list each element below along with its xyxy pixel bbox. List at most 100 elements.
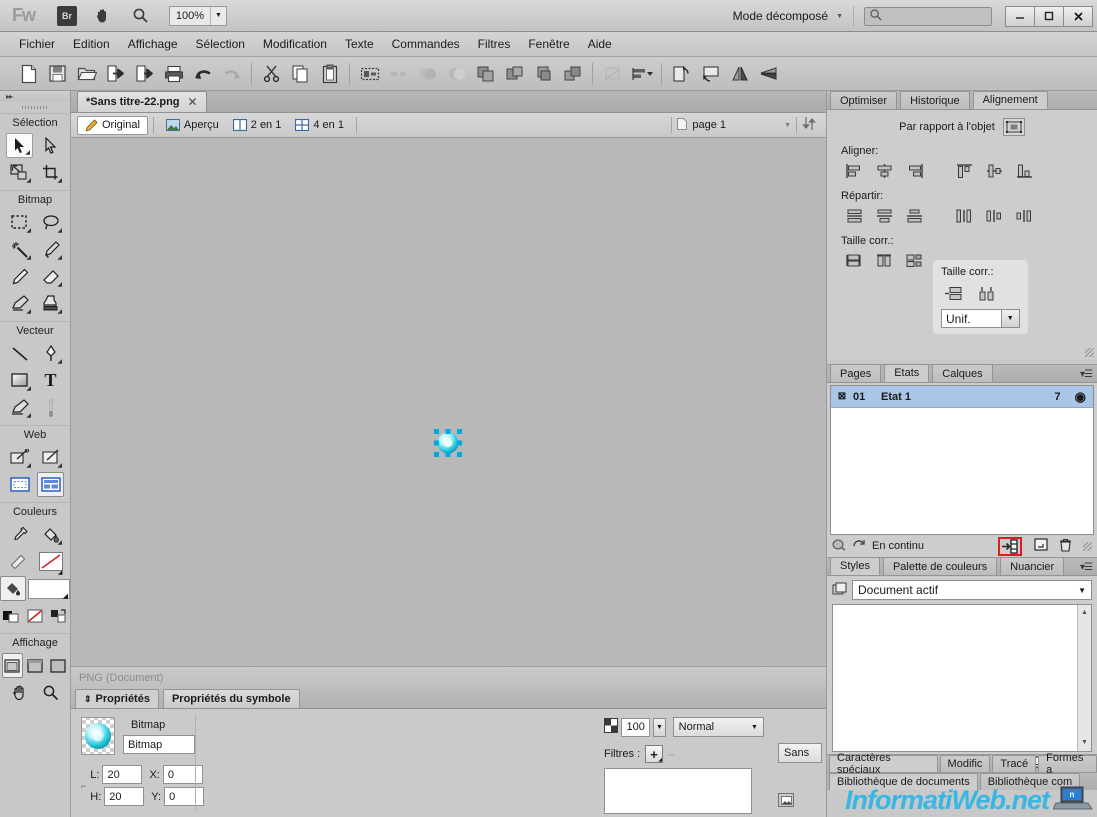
- scroll-up-icon[interactable]: ▲: [1078, 605, 1091, 619]
- slice-tool[interactable]: ◢: [6, 445, 33, 470]
- view-2up[interactable]: 2 en 1: [226, 116, 289, 135]
- edge-select[interactable]: Sans: [778, 743, 822, 763]
- onion-skinning-icon[interactable]: [832, 538, 846, 554]
- distribute-top-button[interactable]: [841, 206, 867, 226]
- space-horizontal-button[interactable]: [941, 283, 967, 303]
- tab-proprietes[interactable]: ⇕ Propriétés: [75, 689, 159, 708]
- default-colors-icon[interactable]: [0, 603, 22, 628]
- chevron-down-icon[interactable]: ▼: [784, 122, 791, 129]
- save-icon[interactable]: [43, 61, 72, 87]
- polygon-slice-tool[interactable]: ◢: [37, 445, 64, 470]
- bring-front-icon[interactable]: [529, 61, 558, 87]
- distribute-to-states-button-highlight[interactable]: [998, 536, 1022, 556]
- distribute-bottom-button[interactable]: [901, 206, 927, 226]
- stroke-color-picker[interactable]: [5, 549, 32, 574]
- no-fill-icon[interactable]: [24, 603, 46, 628]
- opacity-dropdown-icon[interactable]: ▼: [653, 717, 666, 737]
- view-original[interactable]: Original: [77, 115, 148, 135]
- bridge-icon[interactable]: Br: [57, 5, 77, 26]
- menu-item-affichage[interactable]: Affichage: [119, 34, 187, 54]
- panel-resize-grip[interactable]: [1085, 348, 1094, 357]
- print-icon[interactable]: [159, 61, 188, 87]
- loop-icon[interactable]: [852, 538, 866, 554]
- subselection-tool[interactable]: [37, 133, 64, 158]
- hide-hotspots-tool[interactable]: [6, 472, 33, 497]
- menu-item-filtres[interactable]: Filtres: [469, 34, 520, 54]
- eraser-tool[interactable]: ◢: [37, 264, 64, 289]
- align-top-button[interactable]: [951, 161, 977, 181]
- scale-tool[interactable]: ◢: [6, 160, 33, 185]
- full-screen-mode[interactable]: [48, 653, 69, 678]
- state-delay[interactable]: 7: [1055, 391, 1061, 403]
- chevron-down-icon[interactable]: ▼: [210, 6, 226, 25]
- tools-drag-handle[interactable]: [0, 101, 70, 113]
- send-back-icon[interactable]: [558, 61, 587, 87]
- open-folder-icon[interactable]: [72, 61, 101, 87]
- distribute-right-button[interactable]: [1011, 206, 1037, 226]
- copy-icon[interactable]: [286, 61, 315, 87]
- menu-item-aide[interactable]: Aide: [579, 34, 621, 54]
- state-row[interactable]: ⊠ 01 Etat 1 7 ◉: [831, 386, 1093, 408]
- menu-item-edition[interactable]: Edition: [64, 34, 119, 54]
- pencil-tool[interactable]: [6, 264, 33, 289]
- pen-tool[interactable]: ◢: [37, 341, 64, 366]
- swap-colors-icon[interactable]: [48, 603, 70, 628]
- menu-item-selection[interactable]: Sélection: [187, 34, 254, 54]
- zoom-level-select[interactable]: 100% ▼: [169, 5, 227, 26]
- relative-to-object-button[interactable]: [1002, 118, 1025, 136]
- pointer-tool[interactable]: ◢: [6, 133, 33, 158]
- spacing-dropdown-icon[interactable]: ▼: [1001, 309, 1020, 328]
- tab-alignement[interactable]: Alignement: [972, 91, 1048, 109]
- document-tab[interactable]: *Sans titre-22.png ✕: [77, 91, 207, 112]
- menu-item-fichier[interactable]: Fichier: [10, 34, 64, 54]
- menu-item-commandes[interactable]: Commandes: [383, 34, 469, 54]
- menu-item-texte[interactable]: Texte: [336, 34, 383, 54]
- spacing-input[interactable]: Unif.: [941, 309, 1002, 328]
- opacity-input[interactable]: 100: [621, 717, 651, 737]
- tab-trace[interactable]: Tracé: [992, 755, 1037, 772]
- tab-historique[interactable]: Historique: [900, 91, 970, 109]
- distribute-left-button[interactable]: [951, 206, 977, 226]
- styles-scrollbar[interactable]: ▲ ▼: [1077, 605, 1091, 751]
- align-center-h-button[interactable]: [871, 161, 897, 181]
- mask-thumbnail-icon[interactable]: [778, 793, 794, 807]
- styles-source-select[interactable]: Document actif ▼: [852, 580, 1092, 600]
- state-visibility-icon[interactable]: ⊠: [831, 391, 853, 402]
- distribute-center-h-button[interactable]: [981, 206, 1007, 226]
- panel-resize-grip[interactable]: [1083, 541, 1092, 551]
- tab-proprietes-symbole[interactable]: Propriétés du symbole: [162, 689, 300, 708]
- height-input[interactable]: 20: [104, 787, 145, 806]
- rotate-90-cw-icon[interactable]: [696, 61, 725, 87]
- flip-horizontal-icon[interactable]: [725, 61, 754, 87]
- text-tool[interactable]: T: [37, 368, 64, 393]
- import-icon[interactable]: [101, 61, 130, 87]
- crop-tool[interactable]: ◢: [37, 160, 64, 185]
- selected-bitmap-object[interactable]: [434, 429, 462, 457]
- page-selector[interactable]: page 1 ▼: [666, 114, 826, 136]
- cut-icon[interactable]: [257, 61, 286, 87]
- flip-vertical-icon[interactable]: [754, 61, 783, 87]
- panel-options-icon[interactable]: ▾☰: [1080, 562, 1093, 573]
- stroke-color-swatch[interactable]: ◢: [36, 549, 66, 576]
- tab-styles[interactable]: Styles: [830, 557, 880, 575]
- new-document-icon[interactable]: [14, 61, 43, 87]
- knife-tool[interactable]: [37, 395, 64, 420]
- filters-list[interactable]: [604, 768, 752, 814]
- match-height-button[interactable]: [871, 251, 897, 271]
- export-icon[interactable]: [130, 61, 159, 87]
- tab-pages[interactable]: Pages: [830, 364, 882, 382]
- blur-tool[interactable]: ◢: [6, 291, 33, 316]
- full-screen-menu-mode[interactable]: [25, 653, 46, 678]
- view-preview[interactable]: Aperçu: [159, 116, 226, 135]
- workspace-mode-select[interactable]: Mode décomposé ▼: [733, 6, 854, 26]
- match-width-button[interactable]: [841, 251, 867, 271]
- eyedropper-tool[interactable]: [6, 522, 33, 547]
- standard-screen-mode[interactable]: [1, 653, 23, 678]
- hand-tool[interactable]: [6, 680, 33, 705]
- width-input[interactable]: 20: [102, 765, 143, 784]
- states-list[interactable]: ⊠ 01 Etat 1 7 ◉: [830, 385, 1094, 535]
- view-4up[interactable]: 4 en 1: [288, 116, 351, 135]
- tab-caracteres-speciaux[interactable]: Caractères spéciaux: [829, 752, 938, 776]
- tab-palette-couleurs[interactable]: Palette de couleurs: [882, 557, 998, 575]
- menu-item-modification[interactable]: Modification: [254, 34, 336, 54]
